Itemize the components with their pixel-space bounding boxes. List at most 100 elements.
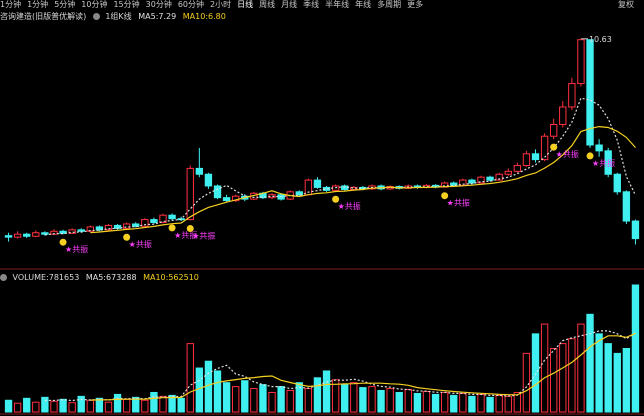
volume-bar (104, 401, 113, 413)
volume-bar (86, 399, 94, 413)
volume-bar (586, 313, 594, 413)
volume-bar (613, 352, 621, 413)
candle (195, 167, 204, 175)
volume-bar (386, 388, 394, 413)
volume-bar (522, 352, 531, 413)
candle (313, 179, 322, 188)
volume-bar (23, 397, 31, 413)
volume-bar (550, 348, 558, 413)
candle (622, 191, 631, 222)
volume-bar (422, 390, 431, 413)
volume-bar (486, 396, 494, 413)
volume-bar (322, 370, 331, 413)
volume-bar (431, 393, 440, 413)
volume-bar (595, 333, 603, 413)
volume-bar (259, 384, 267, 413)
candle (550, 124, 558, 137)
volume-bar (59, 398, 67, 413)
volume-bar (495, 394, 503, 413)
volume-bar (413, 392, 422, 413)
volume-bar (241, 380, 249, 413)
volume-bar (286, 390, 294, 413)
peak-label: 10.63 (589, 35, 612, 44)
candle (486, 176, 494, 181)
candle (204, 173, 213, 187)
volume-bar (450, 394, 458, 413)
volume-bar (395, 391, 403, 413)
volume-bar (213, 370, 222, 413)
volume-bar (32, 401, 40, 413)
candle (32, 232, 40, 237)
volume-bar (277, 386, 285, 413)
candle (468, 179, 476, 184)
volume-bar (577, 323, 585, 413)
volume-bar (468, 395, 476, 413)
volume-bar (622, 348, 631, 413)
volume-bar (186, 343, 194, 413)
candle (77, 229, 85, 232)
signal-label: ★共振 (447, 198, 470, 208)
volume-bar (304, 388, 313, 413)
volume-bar (141, 399, 149, 413)
candle (13, 233, 22, 238)
volume-bar (540, 323, 549, 413)
volume-bar (504, 395, 512, 413)
candle (168, 214, 176, 220)
candle (568, 83, 576, 108)
candle (23, 233, 31, 237)
volume-bar (459, 392, 467, 413)
candle (559, 106, 567, 126)
candle (4, 235, 13, 238)
candle (222, 197, 231, 202)
volume-bar (113, 393, 122, 413)
volume-bar (359, 387, 367, 413)
volume-bar (250, 388, 258, 413)
volume-bar (377, 390, 385, 413)
candles (4, 38, 640, 245)
candle (631, 220, 640, 240)
candle (522, 153, 531, 166)
volume-bar (568, 338, 576, 413)
signal-label: ★共振 (338, 201, 361, 211)
volume-bar (404, 389, 412, 413)
volume-bar (313, 377, 322, 413)
volume-bar (368, 386, 376, 413)
volume-bar (50, 400, 58, 413)
volume-bar (150, 391, 158, 413)
volume-bar (341, 384, 349, 413)
candle (41, 232, 49, 235)
candle (540, 135, 549, 161)
candle (531, 153, 540, 161)
signal-label: ★共振 (192, 230, 215, 240)
volume-bar (559, 343, 567, 413)
signal-label: ★共振 (129, 239, 152, 249)
candle (513, 164, 522, 172)
volume-bar (13, 402, 22, 413)
volume-bar (77, 395, 85, 413)
signal-label: ★共振 (556, 149, 579, 159)
volume-bar (68, 402, 76, 413)
volume-bar (177, 397, 185, 413)
volume-bar (350, 382, 358, 413)
volume-bar (232, 386, 240, 413)
volume-bar (631, 284, 640, 413)
signal-label: ★共振 (592, 158, 615, 168)
candle (150, 219, 158, 224)
candle (504, 170, 512, 175)
volume-bar (440, 391, 449, 413)
candle (613, 173, 621, 193)
signal-label: ★共振 (65, 244, 88, 254)
candle (186, 167, 194, 221)
volume-bar (604, 343, 612, 413)
volume-bar (41, 396, 49, 413)
candle (122, 223, 131, 229)
volume-bar (477, 393, 485, 413)
candle (577, 39, 585, 85)
volume-bar (122, 398, 131, 413)
candle (595, 144, 603, 152)
volume-bar (222, 382, 231, 413)
volume-bar (4, 399, 13, 413)
volume-bar (268, 391, 276, 413)
volume-bars (4, 284, 640, 413)
kline-chart[interactable]: ★共振★共振★共振★共振★共振 ★共振★共振★共振10.63 (0, 0, 644, 416)
